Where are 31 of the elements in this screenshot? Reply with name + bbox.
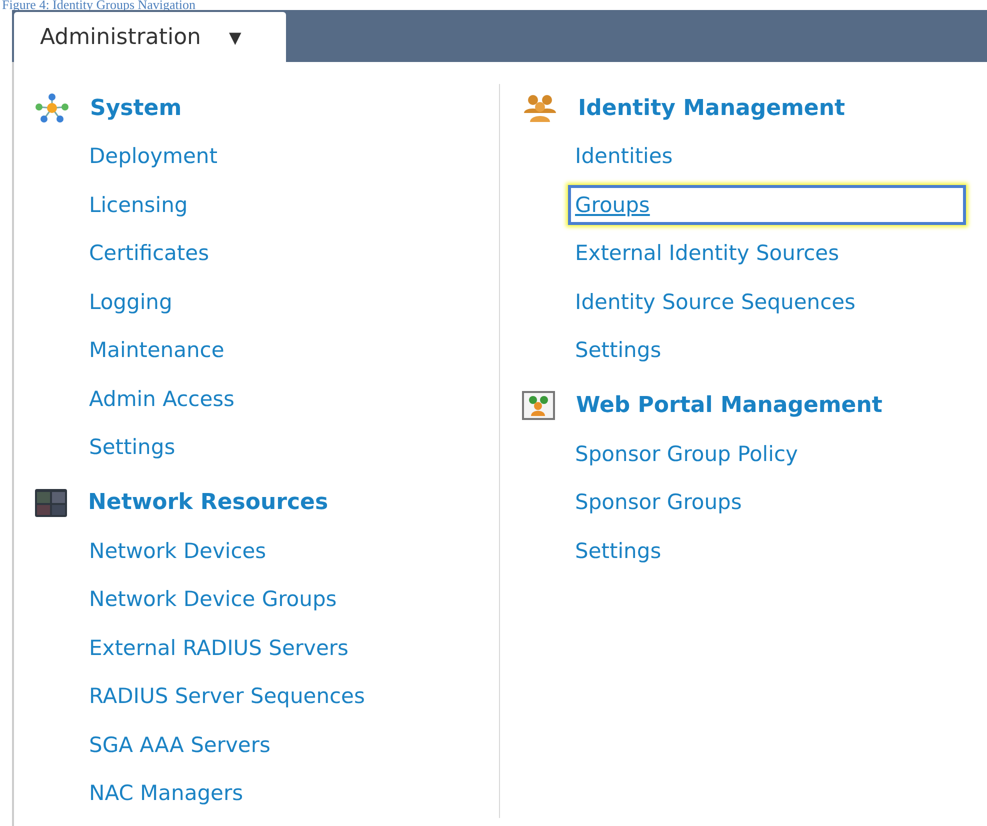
- menu-link[interactable]: Logging: [82, 282, 180, 322]
- menu-link[interactable]: Identity Source Sequences: [568, 282, 862, 322]
- menu-link[interactable]: External Identity Sources: [568, 233, 846, 273]
- menu-link[interactable]: Licensing: [82, 184, 195, 224]
- section-heading: System: [90, 96, 182, 120]
- menu-link[interactable]: NAC Managers: [82, 773, 250, 813]
- menu-link[interactable]: Sponsor Groups: [568, 482, 749, 522]
- section-heading: Network Resources: [88, 490, 328, 515]
- menu-link[interactable]: Settings: [82, 427, 182, 467]
- network-hub-icon: [34, 93, 70, 123]
- menu-link[interactable]: Network Device Groups: [82, 579, 344, 619]
- menu-link[interactable]: Maintenance: [82, 330, 232, 370]
- section-heading: Web Portal Management: [576, 393, 882, 418]
- section-heading: Identity Management: [578, 96, 846, 120]
- menu-link[interactable]: Certificates: [82, 233, 216, 273]
- administration-tab[interactable]: Administration ▼: [14, 12, 286, 62]
- portal-people-icon: [522, 390, 556, 420]
- menu-link[interactable]: Sponsor Group Policy: [568, 434, 805, 474]
- menu-link[interactable]: Settings: [568, 530, 668, 570]
- menu-link[interactable]: Groups: [568, 184, 966, 224]
- figure-caption: Figure 4: Identity Groups Navigation: [1, 0, 197, 10]
- menu-link[interactable]: Identities: [568, 136, 680, 176]
- people-icon: [522, 93, 558, 123]
- menu-link[interactable]: SGA AAA Servers: [82, 724, 278, 764]
- menu-link[interactable]: External RADIUS Servers: [82, 628, 356, 668]
- menu-link[interactable]: Network Devices: [82, 530, 274, 570]
- menu-link[interactable]: Deployment: [82, 136, 224, 176]
- menu-link[interactable]: Settings: [568, 330, 668, 370]
- menu-link[interactable]: RADIUS Server Sequences: [82, 676, 372, 716]
- grid-icon: [34, 488, 68, 518]
- menu-link[interactable]: Admin Access: [82, 378, 242, 418]
